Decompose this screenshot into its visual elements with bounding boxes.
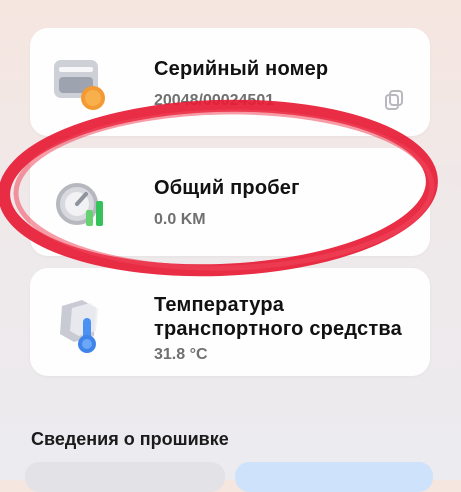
total-mileage-value: 0.0 KM bbox=[154, 211, 206, 228]
total-mileage-card[interactable]: Общий пробег 0.0 KM bbox=[30, 148, 430, 256]
total-mileage-title: Общий пробег bbox=[154, 177, 300, 199]
vehicle-temperature-value: 31.8 °C bbox=[154, 346, 208, 363]
odometer-icon bbox=[50, 174, 114, 238]
firmware-info-title: Сведения о прошивке bbox=[31, 429, 229, 449]
firmware-info-tile-left[interactable] bbox=[25, 462, 225, 492]
thermometer-icon bbox=[50, 294, 114, 358]
serial-number-title: Серийный номер bbox=[154, 58, 329, 80]
copy-icon[interactable] bbox=[382, 88, 406, 112]
firmware-info-tile-right[interactable] bbox=[235, 462, 433, 492]
serial-number-icon bbox=[50, 54, 114, 118]
serial-number-value: 20048/00024501 bbox=[154, 92, 275, 109]
vehicle-temperature-card[interactable]: Температура транспортного средства 31.8 … bbox=[30, 268, 430, 376]
serial-number-card[interactable]: Серийный номер 20048/00024501 bbox=[30, 28, 430, 136]
vehicle-temperature-title: Температура транспортного средства bbox=[154, 294, 402, 340]
